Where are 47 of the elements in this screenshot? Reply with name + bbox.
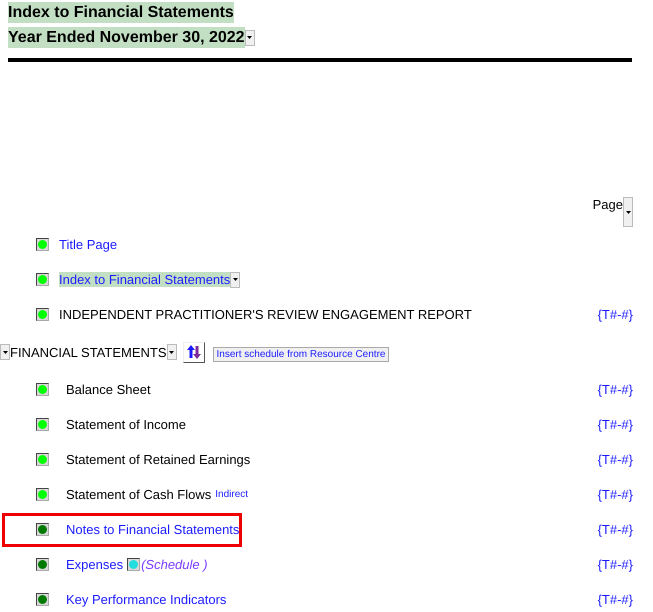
caret-icon	[2, 350, 8, 354]
report-title: Index to Financial Statements	[8, 2, 234, 23]
method-link[interactable]: Indirect	[215, 489, 248, 500]
item-label: Balance Sheet	[66, 382, 151, 397]
status-icon[interactable]	[36, 453, 49, 466]
dropdown-button[interactable]	[244, 30, 255, 46]
item-link[interactable]: Notes to Financial Statements	[66, 522, 240, 537]
page-reference[interactable]: {T#-#}	[598, 382, 633, 397]
page-column-label: Page	[592, 197, 623, 212]
page-reference[interactable]: {T#-#}	[598, 417, 633, 432]
item-label: Statement of Income	[66, 417, 186, 432]
status-icon[interactable]	[36, 593, 49, 606]
item-link[interactable]: Key Performance Indicators	[66, 592, 226, 607]
item-link[interactable]: Expenses	[66, 557, 124, 572]
page-reference[interactable]: {T#-#}	[598, 557, 633, 572]
page-reference[interactable]: {T#-#}	[598, 487, 633, 502]
caret-icon	[232, 278, 238, 281]
status-icon[interactable]	[36, 523, 49, 536]
section-dropdown-button[interactable]	[166, 344, 176, 360]
item-label: Statement of Cash Flows	[66, 487, 212, 502]
status-icon[interactable]	[36, 558, 49, 571]
caret-icon	[626, 210, 630, 214]
item-label: Statement of Retained Earnings	[66, 452, 250, 467]
item-link[interactable]: Index to Financial Statements	[59, 272, 230, 287]
page-dropdown-button[interactable]	[623, 197, 633, 227]
status-icon[interactable]	[36, 418, 49, 431]
page-reference[interactable]: {T#-#}	[598, 592, 633, 607]
status-icon[interactable]	[36, 273, 49, 286]
caret-icon	[247, 36, 252, 39]
period-label: Year Ended November 30, 2022	[8, 27, 245, 48]
section-title: FINANCIAL STATEMENTS	[10, 344, 166, 360]
page-reference[interactable]: {T#-#}	[598, 522, 633, 537]
caret-icon	[169, 350, 174, 354]
page-reference[interactable]: {T#-#}	[598, 452, 633, 467]
schedule-link[interactable]: (Schedule )	[141, 557, 208, 572]
status-icon[interactable]	[36, 238, 49, 251]
item-dropdown-button[interactable]	[230, 272, 240, 288]
status-icon[interactable]	[36, 308, 49, 321]
schedule-status-icon[interactable]	[127, 558, 140, 571]
item-label: INDEPENDENT PRACTITIONER'S REVIEW ENGAGEMENT REPORT	[59, 307, 472, 322]
item-link[interactable]: Title Page	[59, 237, 118, 252]
section-menu-button[interactable]	[0, 344, 10, 360]
page-reference[interactable]: {T#-#}	[598, 307, 633, 322]
status-icon[interactable]	[36, 488, 49, 501]
status-icon[interactable]	[36, 383, 49, 396]
insert-schedule-button[interactable]: Insert schedule from Resource Centre	[212, 346, 390, 362]
sort-icon[interactable]	[182, 342, 204, 362]
